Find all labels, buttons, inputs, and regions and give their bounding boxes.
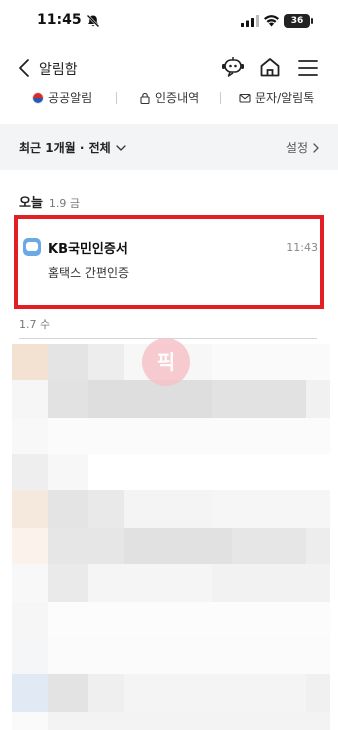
- date-day-label: 오늘: [19, 196, 43, 211]
- tab-divider: [220, 92, 221, 104]
- period-filter-label: 최근 1개월 · 전체: [19, 141, 111, 155]
- tab-divider: [116, 92, 117, 104]
- notification-sender: KB국민인증서: [48, 242, 128, 257]
- home-icon[interactable]: [259, 56, 281, 78]
- period-filter-dropdown[interactable]: 최근 1개월 · 전체: [19, 139, 127, 156]
- settings-label: 설정: [285, 141, 308, 155]
- tab-public-alerts[interactable]: 공공알림: [32, 89, 92, 106]
- tab-label: 공공알림: [48, 91, 93, 105]
- blurred-row: [12, 602, 330, 638]
- watermark-logo: 픽: [142, 338, 190, 386]
- korea-flag-icon: [32, 91, 44, 104]
- notification-time: 11:43: [286, 241, 318, 254]
- tab-label: 인증내역: [155, 91, 200, 105]
- app-header: 알림함: [0, 50, 338, 86]
- blurred-row: [12, 564, 330, 602]
- page-title[interactable]: 알림함: [39, 59, 78, 79]
- tab-label: 문자/알림톡: [255, 91, 315, 105]
- blurred-row: [12, 674, 330, 712]
- blurred-row: [12, 490, 330, 528]
- category-tabs: 공공알림 인증내역 문자/알림톡: [0, 86, 338, 112]
- date-group-header: 오늘 1.9 금: [19, 192, 80, 211]
- settings-button[interactable]: 설정: [286, 139, 320, 156]
- battery-indicator: 36: [284, 14, 313, 28]
- blurred-row: [12, 380, 330, 418]
- tab-text-notifications[interactable]: 문자/알림톡: [239, 89, 314, 106]
- tab-auth-history[interactable]: 인증내역: [139, 89, 199, 106]
- blurred-row: [12, 454, 330, 490]
- lock-icon: [140, 92, 150, 104]
- cellular-signal-icon: [241, 15, 259, 27]
- status-bar: 11:45 36: [0, 0, 338, 44]
- blurred-row: [12, 528, 330, 564]
- date-label: 1.9 금: [48, 197, 81, 210]
- blurred-row: [12, 418, 330, 454]
- notification-item[interactable]: KB국민인증서 11:43 홈택스 간편인증: [14, 215, 324, 309]
- notification-body: 홈택스 간편인증: [48, 266, 130, 280]
- blurred-row: [12, 638, 330, 674]
- message-bubble-icon: [23, 237, 41, 256]
- chevron-down-icon: [116, 144, 126, 151]
- status-time: 11:45: [37, 12, 82, 28]
- filter-bar: 최근 1개월 · 전체 설정: [0, 124, 338, 170]
- hamburger-menu-icon[interactable]: [298, 59, 318, 77]
- chatbot-icon[interactable]: [221, 55, 245, 81]
- envelope-icon: [239, 93, 251, 103]
- chevron-right-icon: [313, 142, 319, 153]
- blurred-row: [12, 712, 330, 730]
- back-chevron-icon[interactable]: [17, 58, 31, 78]
- wifi-icon: [264, 15, 279, 27]
- bell-off-icon: [86, 14, 100, 28]
- blurred-notification-list: [12, 344, 330, 730]
- date-label: 1.7 수: [19, 318, 51, 331]
